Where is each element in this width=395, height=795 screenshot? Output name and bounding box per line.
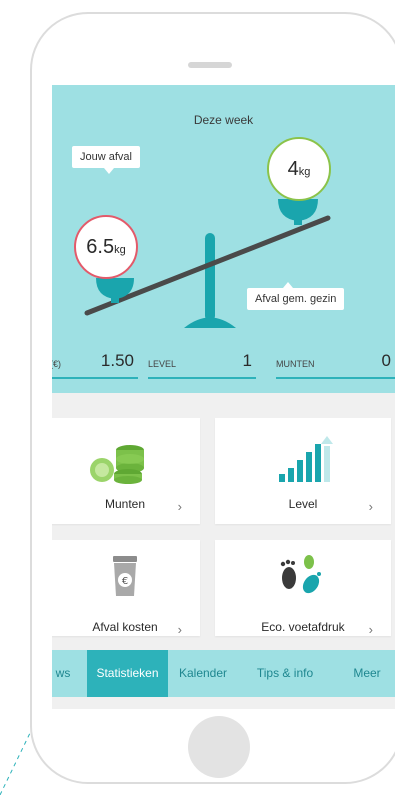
tab-kalender[interactable]: Kalender [174,650,232,697]
chevron-right-icon: › [177,622,182,637]
stat-level-value: 1 [242,351,252,370]
chevron-right-icon: › [368,622,373,637]
card-eco-voetafdruk[interactable]: Eco. voetafdruk › [215,540,391,637]
own-waste-label: Jouw afval [72,146,140,174]
chevron-right-icon: › [177,499,182,514]
card-level[interactable]: Level › [215,418,391,524]
average-waste-value: 4 [287,158,299,180]
waste-bin-euro-icon: € [113,556,137,596]
stat-level-label: LEVEL [148,359,177,369]
home-button[interactable] [188,716,250,778]
card-munten[interactable]: Munten › [52,418,200,524]
chevron-right-icon: › [368,499,373,514]
bottom-tab-bar: ws Statistieken Kalender Tips & info Mee… [52,650,395,697]
household-average-label: Afval gem. gezin [247,282,345,310]
stats-row: (€) 1.50 LEVEL 1 MUNTEN 0 [52,347,395,379]
stat-level: LEVEL 1 [148,347,256,379]
card-eco-voetafdruk-label: Eco. voetafdruk [261,620,345,634]
own-waste-value: 6.5 [86,236,115,258]
own-waste-weight: 6.5kg [74,215,138,279]
stat-euro: (€) 1.50 [52,347,138,379]
average-waste-weight: 4kg [267,137,331,201]
stat-euro-label: (€) [52,359,61,369]
stat-munten-label: MUNTEN [276,359,315,369]
card-afval-kosten[interactable]: € Afval kosten › [52,540,200,637]
level-bars-icon [279,436,333,482]
tab-news[interactable]: ws [52,650,80,697]
tab-tips-info[interactable]: Tips & info [248,650,322,697]
stat-munten-value: 0 [381,351,391,370]
tab-statistieken[interactable]: Statistieken [87,650,168,697]
footprints-icon [280,555,321,594]
coins-icon [90,445,144,484]
app-screen: Deze week Jouw afval Afval gem. gezin 6.… [52,85,395,709]
stat-euro-value: 1.50 [100,351,134,370]
tab-meer[interactable]: Meer [345,650,389,697]
card-level-label: Level [288,497,318,511]
own-waste-unit: kg [114,244,126,256]
stat-munten: MUNTEN 0 [276,347,395,379]
average-waste-unit: kg [298,166,311,178]
svg-text:€: € [122,576,128,587]
phone-speaker [188,62,232,68]
weekly-waste-hero: Deze week Jouw afval Afval gem. gezin 6.… [52,85,395,393]
